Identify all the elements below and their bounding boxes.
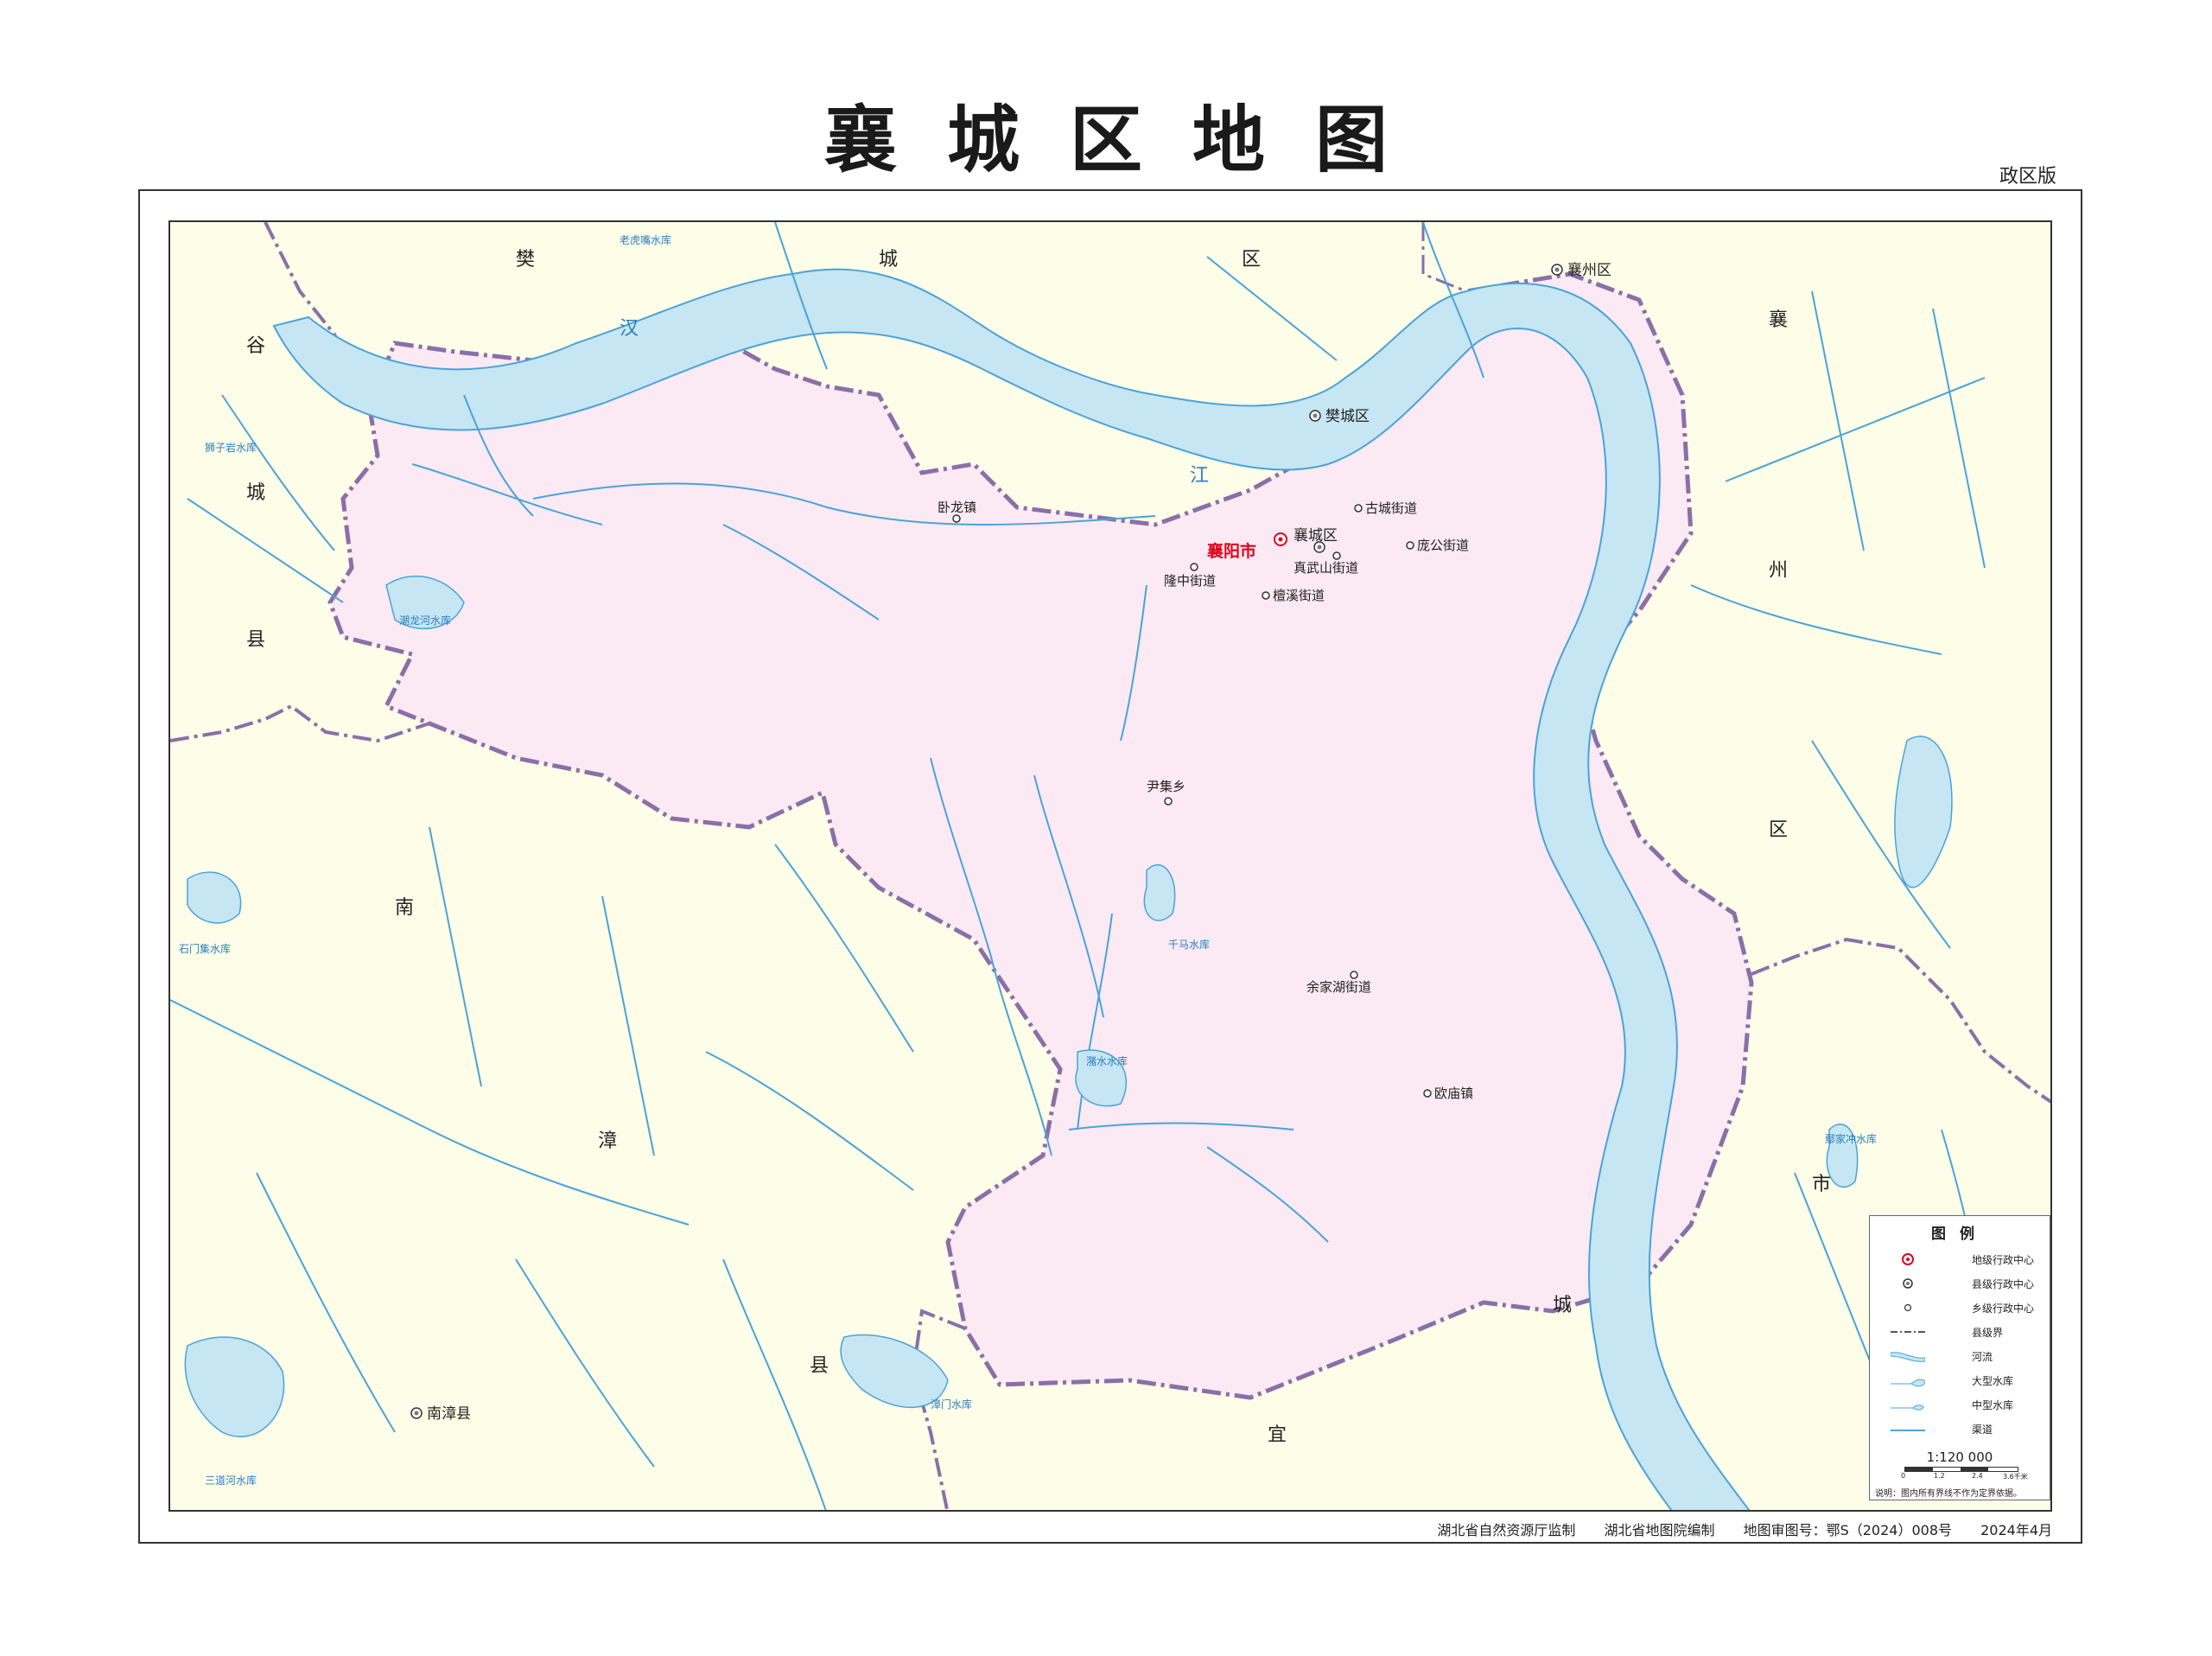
label-nanzhang-county: 南漳县 — [427, 1405, 471, 1423]
label-xiangzhou-district: 襄州区 — [1567, 261, 1611, 279]
footer-compiler: 湖北省地图院编制 — [1604, 1522, 1715, 1538]
label-chilong: 潮龙河水库 — [399, 614, 451, 627]
label-tanxi-st: 檀溪街道 — [1273, 588, 1325, 603]
label-sandaohe: 三道河水库 — [205, 1474, 257, 1487]
map-footer: 湖北省自然资源厅监制 湖北省地图院编制 地图审图号：鄂S（2024）008号 2… — [168, 1519, 2052, 1539]
label-xiangcheng-district: 襄城区 — [1294, 526, 1338, 545]
legend-item-boundary: 县级界 — [1870, 1322, 2050, 1342]
label-gucheng-st: 古城街道 — [1365, 500, 1417, 516]
legend-item-medium-reservoir: 中型水库 — [1870, 1394, 2050, 1415]
label-zhou: 州 — [1769, 560, 1788, 582]
legend-item-prefecture: 地级行政中心 — [1870, 1249, 2050, 1270]
label-qu2: 区 — [1769, 819, 1788, 841]
label-shi: 市 — [1812, 1174, 1831, 1195]
river-icon — [1891, 1352, 1925, 1362]
label-zhuzhuan: 潴水水库 — [1086, 1054, 1128, 1067]
label-cheng3: 城 — [1553, 1295, 1572, 1316]
label-yi: 宜 — [1268, 1424, 1287, 1446]
label-qu1: 区 — [1242, 249, 1261, 271]
label-shimenji: 石门集水库 — [179, 942, 231, 955]
map-legend: 图例 地级行政中心 县级行政中心 乡级行政中心 县级界 河流 大型水库 中型水库… — [1869, 1215, 2050, 1500]
label-yujiahu-st: 余家湖街道 — [1306, 979, 1371, 995]
label-xiangyang-city: 襄阳市 — [1206, 541, 1256, 561]
boundary-line-icon — [1891, 1331, 1925, 1333]
county-center-icon — [1903, 1278, 1913, 1289]
legend-item-township: 乡级行政中心 — [1870, 1297, 2050, 1318]
label-yaojiachong: 鄢家冲水库 — [1825, 1132, 1877, 1145]
label-han: 汉 — [620, 318, 639, 340]
label-xian2: 县 — [810, 1355, 829, 1377]
label-yinji: 尹集乡 — [1147, 779, 1185, 794]
scale-text: 1:120 000 — [1926, 1449, 1993, 1465]
medium-reservoir-icon — [1891, 1404, 1924, 1411]
label-shiziyan: 狮子岩水库 — [205, 441, 257, 454]
legend-item-large-reservoir: 大型水库 — [1870, 1370, 2050, 1391]
label-wolong: 卧龙镇 — [938, 500, 976, 515]
label-nan: 南 — [395, 897, 414, 919]
prefecture-center-icon — [1902, 1253, 1914, 1265]
legend-title: 图例 — [1931, 1226, 1988, 1243]
map-area[interactable]: 樊 城 区 谷 城 县 襄 州 区 南 漳 县 宜 城 市 汉 江 襄阳市 襄城… — [168, 220, 2052, 1512]
legend-note: 说明：图内所有界线不作为定界依据。 — [1875, 1489, 2022, 1499]
label-zhangmen: 漳门水库 — [931, 1398, 972, 1411]
label-jiang: 江 — [1190, 465, 1209, 487]
footer-date: 2024年4月 — [1980, 1522, 2052, 1538]
edition-label: 政区版 — [1999, 166, 2056, 188]
scale-bar — [1904, 1467, 2018, 1472]
label-zhenwushan-st: 真武山街道 — [1294, 560, 1358, 576]
legend-item-river: 河流 — [1870, 1346, 2050, 1366]
label-cheng1: 城 — [879, 249, 898, 271]
map-title: 襄城区地图 — [823, 98, 1438, 182]
label-longzhong-st: 隆中街道 — [1164, 573, 1216, 589]
footer-supervisor: 湖北省自然资源厅监制 — [1437, 1522, 1576, 1538]
label-zhang: 漳 — [598, 1131, 617, 1152]
label-laohuzui: 老虎嘴水库 — [620, 233, 671, 246]
large-reservoir-icon — [1891, 1379, 1925, 1387]
canal-icon — [1891, 1430, 1925, 1431]
legend-item-county: 县级行政中心 — [1870, 1273, 2050, 1294]
label-xian1: 县 — [246, 629, 265, 651]
footer-review-no: 地图审图号：鄂S（2024）008号 — [1743, 1522, 1952, 1538]
label-gu: 谷 — [246, 335, 265, 357]
label-cheng2: 城 — [246, 482, 265, 504]
label-oumiao: 欧庙镇 — [1434, 1086, 1473, 1101]
label-fan: 樊 — [516, 249, 535, 271]
label-xiang: 襄 — [1769, 309, 1788, 331]
label-panggong-st: 庞公街道 — [1417, 538, 1469, 553]
label-qianma: 千马水库 — [1168, 938, 1210, 951]
township-center-icon — [1904, 1303, 1912, 1312]
label-fancheng-district: 樊城区 — [1325, 408, 1370, 425]
legend-item-canal: 渠道 — [1870, 1418, 2050, 1439]
